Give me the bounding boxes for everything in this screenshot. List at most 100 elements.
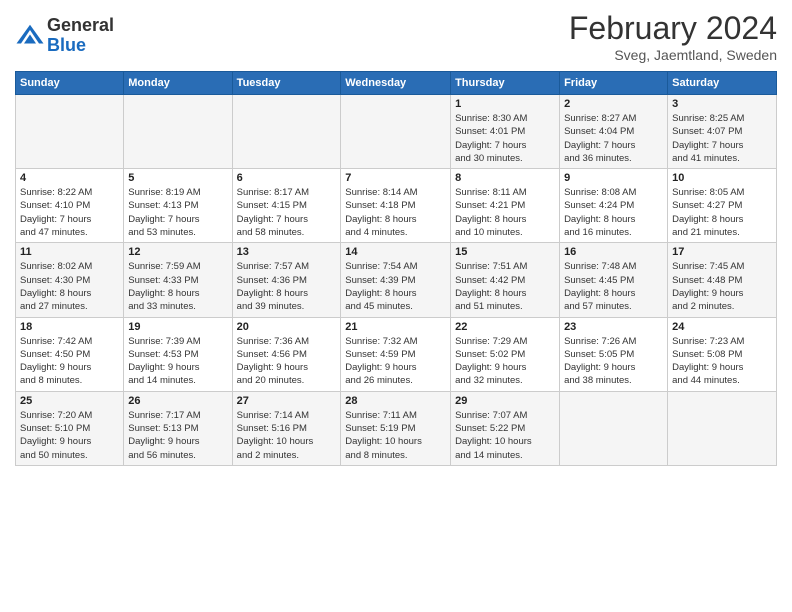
calendar-week-2: 11 Sunrise: 8:02 AM Sunset: 4:30 PM Dayli… [16,243,777,317]
day-number: 21 [345,321,446,333]
weekday-header-friday: Friday [560,72,668,95]
day-number: 16 [564,246,663,258]
calendar-cell: 27 Sunrise: 7:14 AM Sunset: 5:16 PM Dayli… [232,391,341,465]
day-info: Sunrise: 7:26 AM Sunset: 5:05 PM Dayligh… [564,335,663,388]
day-info: Sunrise: 7:14 AM Sunset: 5:16 PM Dayligh… [237,409,337,462]
day-info: Sunrise: 7:32 AM Sunset: 4:59 PM Dayligh… [345,335,446,388]
calendar-cell [341,95,451,169]
title-block: February 2024 Sveg, Jaemtland, Sweden [569,10,777,63]
day-info: Sunrise: 8:05 AM Sunset: 4:27 PM Dayligh… [672,186,772,239]
weekday-header-sunday: Sunday [16,72,124,95]
calendar-cell: 28 Sunrise: 7:11 AM Sunset: 5:19 PM Dayli… [341,391,451,465]
logo-blue-text: Blue [47,36,114,56]
day-number: 19 [128,321,227,333]
day-number: 14 [345,246,446,258]
day-number: 18 [20,321,119,333]
day-number: 17 [672,246,772,258]
calendar-cell: 8 Sunrise: 8:11 AM Sunset: 4:21 PM Daylig… [451,169,560,243]
calendar-cell: 11 Sunrise: 8:02 AM Sunset: 4:30 PM Dayli… [16,243,124,317]
day-info: Sunrise: 8:14 AM Sunset: 4:18 PM Dayligh… [345,186,446,239]
day-number: 29 [455,395,555,407]
calendar-cell: 21 Sunrise: 7:32 AM Sunset: 4:59 PM Dayli… [341,317,451,391]
weekday-header-tuesday: Tuesday [232,72,341,95]
day-info: Sunrise: 8:27 AM Sunset: 4:04 PM Dayligh… [564,112,663,165]
day-info: Sunrise: 7:48 AM Sunset: 4:45 PM Dayligh… [564,260,663,313]
day-info: Sunrise: 7:39 AM Sunset: 4:53 PM Dayligh… [128,335,227,388]
day-info: Sunrise: 8:30 AM Sunset: 4:01 PM Dayligh… [455,112,555,165]
day-number: 24 [672,321,772,333]
day-number: 6 [237,172,337,184]
calendar-week-0: 1 Sunrise: 8:30 AM Sunset: 4:01 PM Daylig… [16,95,777,169]
calendar-cell: 6 Sunrise: 8:17 AM Sunset: 4:15 PM Daylig… [232,169,341,243]
day-number: 12 [128,246,227,258]
day-number: 26 [128,395,227,407]
calendar-cell: 20 Sunrise: 7:36 AM Sunset: 4:56 PM Dayli… [232,317,341,391]
calendar-cell: 4 Sunrise: 8:22 AM Sunset: 4:10 PM Daylig… [16,169,124,243]
day-number: 20 [237,321,337,333]
day-info: Sunrise: 8:02 AM Sunset: 4:30 PM Dayligh… [20,260,119,313]
day-info: Sunrise: 7:07 AM Sunset: 5:22 PM Dayligh… [455,409,555,462]
day-info: Sunrise: 7:45 AM Sunset: 4:48 PM Dayligh… [672,260,772,313]
calendar-week-3: 18Sunrise: 7:42 AM Sunset: 4:50 PM Dayli… [16,317,777,391]
calendar-cell: 13 Sunrise: 7:57 AM Sunset: 4:36 PM Dayli… [232,243,341,317]
calendar-cell: 25 Sunrise: 7:20 AM Sunset: 5:10 PM Dayli… [16,391,124,465]
calendar-cell: 23 Sunrise: 7:26 AM Sunset: 5:05 PM Dayli… [560,317,668,391]
day-info: Sunrise: 7:11 AM Sunset: 5:19 PM Dayligh… [345,409,446,462]
calendar-cell: 24Sunrise: 7:23 AM Sunset: 5:08 PM Dayli… [668,317,777,391]
calendar-cell: 18Sunrise: 7:42 AM Sunset: 4:50 PM Dayli… [16,317,124,391]
calendar-cell: 19 Sunrise: 7:39 AM Sunset: 4:53 PM Dayli… [124,317,232,391]
calendar-cell: 2 Sunrise: 8:27 AM Sunset: 4:04 PM Daylig… [560,95,668,169]
calendar-cell: 16 Sunrise: 7:48 AM Sunset: 4:45 PM Dayli… [560,243,668,317]
day-number: 7 [345,172,446,184]
calendar-cell: 29 Sunrise: 7:07 AM Sunset: 5:22 PM Dayli… [451,391,560,465]
day-number: 11 [20,246,119,258]
day-number: 4 [20,172,119,184]
day-number: 8 [455,172,555,184]
calendar-header: SundayMondayTuesdayWednesdayThursdayFrid… [16,72,777,95]
day-info: Sunrise: 7:20 AM Sunset: 5:10 PM Dayligh… [20,409,119,462]
day-number: 3 [672,98,772,110]
day-info: Sunrise: 8:19 AM Sunset: 4:13 PM Dayligh… [128,186,227,239]
calendar-cell: 12 Sunrise: 7:59 AM Sunset: 4:33 PM Dayli… [124,243,232,317]
logo: General Blue [15,16,114,56]
calendar-cell [16,95,124,169]
day-info: Sunrise: 8:22 AM Sunset: 4:10 PM Dayligh… [20,186,119,239]
day-number: 15 [455,246,555,258]
day-number: 25 [20,395,119,407]
weekday-header-wednesday: Wednesday [341,72,451,95]
day-info: Sunrise: 7:59 AM Sunset: 4:33 PM Dayligh… [128,260,227,313]
calendar-week-1: 4 Sunrise: 8:22 AM Sunset: 4:10 PM Daylig… [16,169,777,243]
calendar-cell: 26 Sunrise: 7:17 AM Sunset: 5:13 PM Dayli… [124,391,232,465]
calendar-week-4: 25 Sunrise: 7:20 AM Sunset: 5:10 PM Dayli… [16,391,777,465]
day-info: Sunrise: 8:08 AM Sunset: 4:24 PM Dayligh… [564,186,663,239]
calendar-cell: 5 Sunrise: 8:19 AM Sunset: 4:13 PM Daylig… [124,169,232,243]
weekday-header-monday: Monday [124,72,232,95]
calendar-cell: 9Sunrise: 8:08 AM Sunset: 4:24 PM Daylig… [560,169,668,243]
day-info: Sunrise: 7:36 AM Sunset: 4:56 PM Dayligh… [237,335,337,388]
calendar-cell: 3 Sunrise: 8:25 AM Sunset: 4:07 PM Daylig… [668,95,777,169]
day-number: 1 [455,98,555,110]
calendar-cell: 1 Sunrise: 8:30 AM Sunset: 4:01 PM Daylig… [451,95,560,169]
day-info: Sunrise: 8:25 AM Sunset: 4:07 PM Dayligh… [672,112,772,165]
calendar-body: 1 Sunrise: 8:30 AM Sunset: 4:01 PM Daylig… [16,95,777,466]
day-info: Sunrise: 7:54 AM Sunset: 4:39 PM Dayligh… [345,260,446,313]
weekday-header-thursday: Thursday [451,72,560,95]
day-number: 22 [455,321,555,333]
month-title: February 2024 [569,10,777,47]
day-number: 13 [237,246,337,258]
calendar-cell: 10Sunrise: 8:05 AM Sunset: 4:27 PM Dayli… [668,169,777,243]
day-number: 28 [345,395,446,407]
day-number: 27 [237,395,337,407]
calendar-cell [124,95,232,169]
calendar-cell: 17 Sunrise: 7:45 AM Sunset: 4:48 PM Dayli… [668,243,777,317]
day-info: Sunrise: 7:17 AM Sunset: 5:13 PM Dayligh… [128,409,227,462]
day-info: Sunrise: 7:57 AM Sunset: 4:36 PM Dayligh… [237,260,337,313]
day-number: 5 [128,172,227,184]
day-info: Sunrise: 8:17 AM Sunset: 4:15 PM Dayligh… [237,186,337,239]
day-info: Sunrise: 8:11 AM Sunset: 4:21 PM Dayligh… [455,186,555,239]
day-info: Sunrise: 7:51 AM Sunset: 4:42 PM Dayligh… [455,260,555,313]
day-number: 23 [564,321,663,333]
calendar-cell: 14 Sunrise: 7:54 AM Sunset: 4:39 PM Dayli… [341,243,451,317]
calendar-cell: 22Sunrise: 7:29 AM Sunset: 5:02 PM Dayli… [451,317,560,391]
day-number: 2 [564,98,663,110]
